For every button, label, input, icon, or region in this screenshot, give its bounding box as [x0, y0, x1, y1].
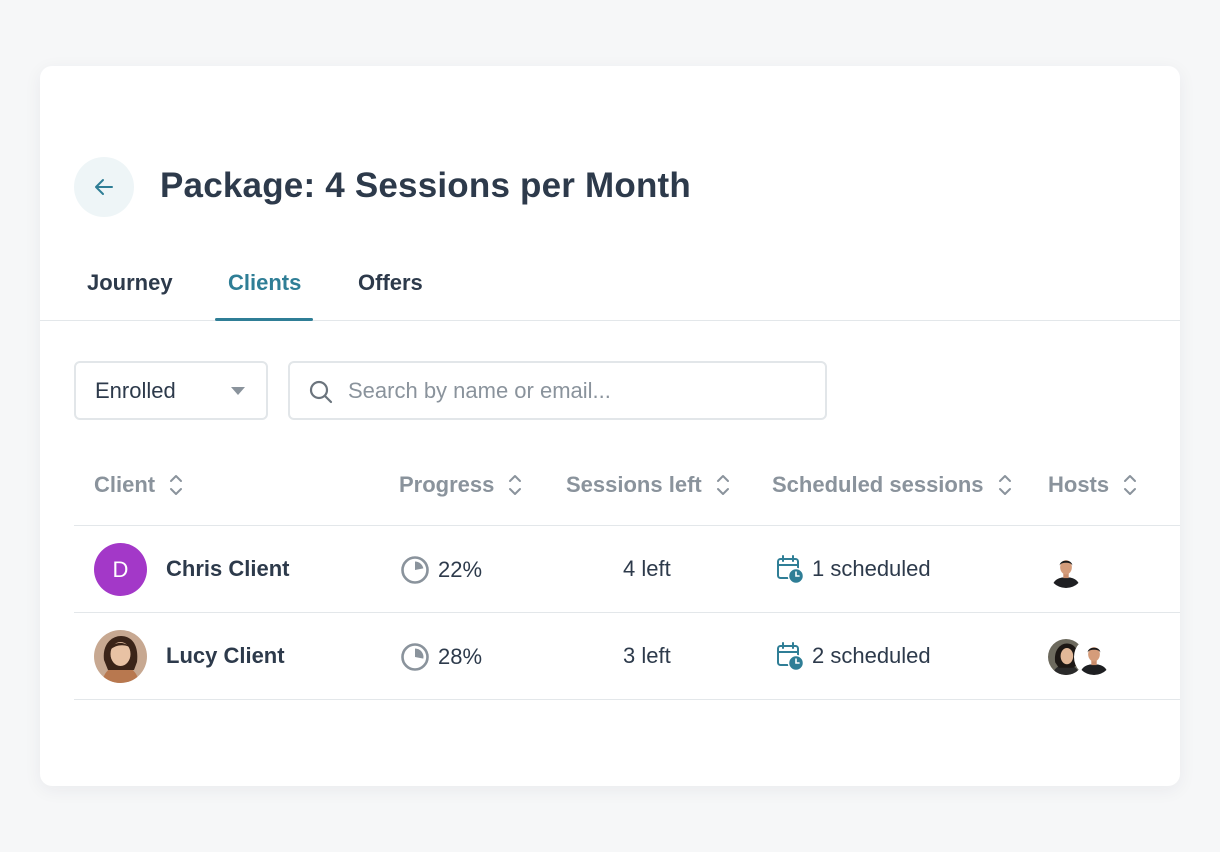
search-box[interactable]: [288, 361, 827, 420]
tab-journey[interactable]: Journey: [87, 262, 173, 321]
tab-offers[interactable]: Offers: [358, 262, 423, 321]
sort-icon: [1124, 475, 1137, 495]
column-header-hosts[interactable]: Hosts: [1048, 472, 1137, 498]
calendar-clock-icon: [777, 642, 804, 671]
person-avatar-icon: [1048, 552, 1084, 588]
sort-icon: [509, 475, 522, 495]
person-avatar-icon: [1076, 639, 1112, 675]
status-filter-select[interactable]: Enrolled: [74, 361, 268, 420]
avatar-initial: D: [112, 556, 129, 582]
table-header: Client Progress Sessions left Scheduled …: [74, 458, 1180, 526]
avatar: [94, 630, 147, 683]
host-avatar[interactable]: [1046, 550, 1086, 590]
table-row[interactable]: D Chris Client 22% 4 left 1 scheduled: [74, 526, 1180, 613]
search-input[interactable]: [348, 371, 808, 411]
scheduled-sessions[interactable]: 1 scheduled: [776, 554, 931, 584]
client-name[interactable]: Lucy Client: [166, 643, 285, 669]
sort-icon: [998, 475, 1011, 495]
progress-value: 22%: [438, 557, 483, 582]
column-label: Sessions left: [566, 472, 702, 497]
progress-cell: 22%: [400, 555, 482, 585]
tab-clients[interactable]: Clients: [228, 262, 301, 321]
sort-icon: [716, 475, 729, 495]
back-button[interactable]: [74, 157, 134, 217]
column-label: Progress: [399, 472, 495, 497]
column-label: Scheduled sessions: [772, 472, 984, 497]
person-photo-icon: [94, 630, 147, 683]
package-card: Package: 4 Sessions per Month Journey Cl…: [40, 66, 1180, 786]
column-header-client[interactable]: Client: [94, 472, 183, 498]
column-header-progress[interactable]: Progress: [399, 472, 522, 498]
scheduled-sessions[interactable]: 2 scheduled: [776, 641, 931, 671]
calendar-clock-icon: [777, 555, 804, 584]
tab-bar: Journey Clients Offers: [40, 262, 1180, 321]
progress-value: 28%: [438, 644, 483, 669]
scheduled-count: 1 scheduled: [812, 556, 931, 581]
caret-down-icon: [231, 387, 245, 395]
page-title: Package: 4 Sessions per Month: [160, 166, 691, 205]
active-tab-indicator: [215, 318, 313, 321]
pie-progress-icon: [401, 556, 429, 584]
column-header-sessions-left[interactable]: Sessions left: [566, 472, 730, 498]
column-header-scheduled-sessions[interactable]: Scheduled sessions: [772, 472, 1012, 498]
column-label: Hosts: [1048, 472, 1110, 497]
status-filter-value: Enrolled: [95, 377, 176, 403]
pie-progress-icon: [401, 643, 429, 671]
sessions-left: 3 left: [623, 643, 671, 668]
sessions-left: 4 left: [623, 556, 671, 581]
scheduled-count: 2 scheduled: [812, 643, 931, 668]
search-icon: [309, 380, 333, 404]
client-name[interactable]: Chris Client: [166, 556, 289, 582]
sort-icon: [170, 475, 183, 495]
arrow-left-icon: [95, 179, 113, 195]
avatar: D: [94, 543, 147, 596]
host-avatar[interactable]: [1074, 637, 1114, 677]
table-row[interactable]: Lucy Client 28% 3 left 2 scheduled: [74, 613, 1180, 700]
column-label: Client: [94, 472, 156, 497]
progress-cell: 28%: [400, 642, 482, 672]
